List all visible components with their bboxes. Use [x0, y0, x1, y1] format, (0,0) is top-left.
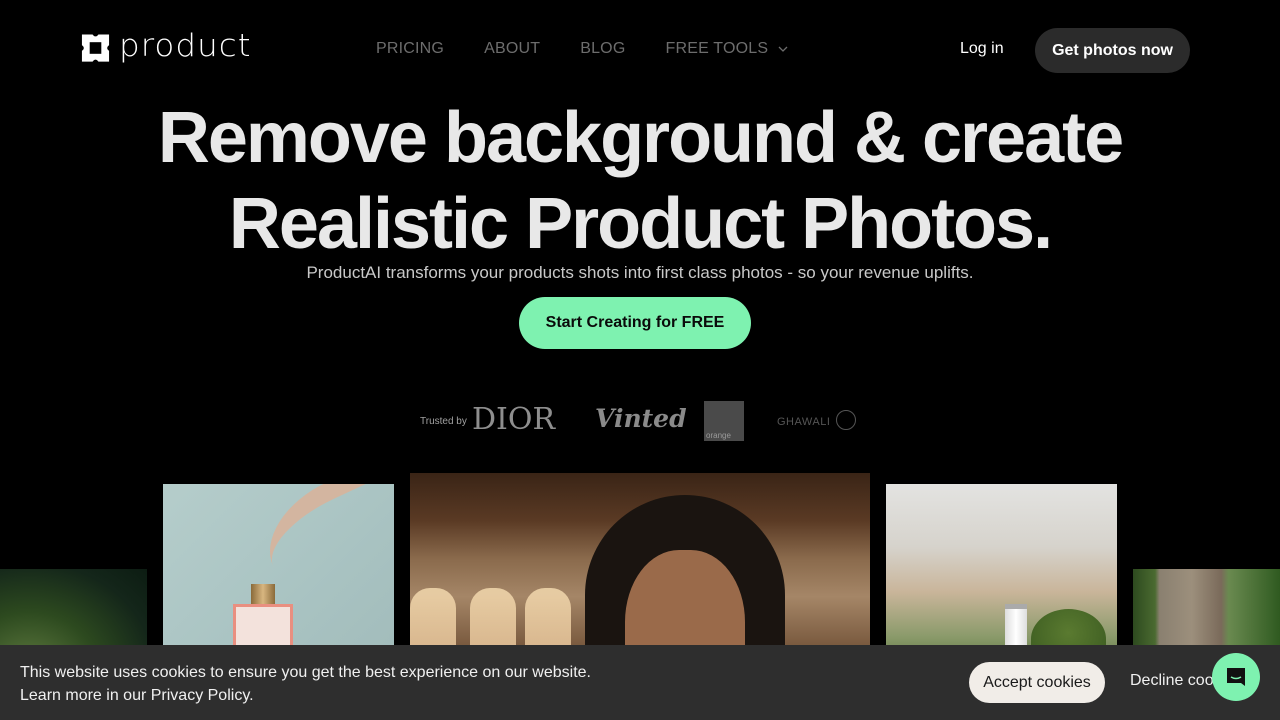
dior-logo: DIOR	[472, 402, 556, 437]
logo[interactable]: product	[80, 30, 250, 64]
cookie-banner: This website uses cookies to ensure you …	[0, 645, 1280, 720]
face-shape	[585, 495, 785, 663]
hero-title-line2: Realistic Product Photos.	[228, 184, 1053, 264]
main-nav: PRICING ABOUT BLOG FREE TOOLS	[376, 40, 828, 58]
hand-shape	[250, 484, 394, 600]
cookie-message-line1: This website uses cookies to ensure you …	[20, 664, 591, 681]
vinted-logo: Vinted	[595, 404, 687, 433]
trusted-by-label: Trusted by	[420, 416, 467, 427]
orange-logo: orange	[704, 401, 744, 441]
nav-free-tools[interactable]: FREE TOOLS	[665, 40, 788, 58]
clover-square-icon	[81, 34, 110, 62]
privacy-policy-link[interactable]: Learn more in our Privacy Policy.	[20, 687, 254, 704]
site-header: product PRICING ABOUT BLOG FREE TOOLS Lo…	[0, 0, 1280, 100]
ghawali-logo: GHAWALI	[777, 410, 857, 430]
chevron-down-icon	[778, 46, 788, 52]
nav-about[interactable]: ABOUT	[484, 40, 540, 58]
portrait-photo	[410, 473, 870, 663]
start-creating-button[interactable]: Start Creating for FREE	[519, 297, 751, 349]
accept-cookies-button[interactable]: Accept cookies	[969, 662, 1105, 703]
trusted-by-strip: Trusted by DIOR Vinted orange GHAWALI	[420, 400, 860, 442]
perfume-photo	[163, 484, 394, 664]
spray-bottle-photo	[886, 484, 1117, 664]
nav-pricing[interactable]: PRICING	[376, 40, 444, 58]
orange-logo-text: orange	[706, 431, 731, 440]
logo-text: product	[119, 27, 252, 64]
ghawali-logo-text: GHAWALI	[777, 416, 831, 428]
ghawali-emblem-icon	[836, 410, 857, 430]
hero-title-line1: Remove background & create	[157, 98, 1124, 178]
nav-blog[interactable]: BLOG	[580, 40, 625, 58]
hero-subtitle: ProductAI transforms your products shots…	[306, 263, 974, 282]
cookie-message: This website uses cookies to ensure you …	[20, 661, 591, 707]
nav-free-tools-label: FREE TOOLS	[665, 40, 769, 57]
hero-title: Remove background & create Realistic Pro…	[0, 95, 1280, 267]
get-photos-button[interactable]: Get photos now	[1035, 28, 1190, 73]
login-link[interactable]: Log in	[960, 40, 1004, 58]
chat-bubble-icon	[1227, 668, 1245, 686]
chat-widget-button[interactable]	[1212, 653, 1260, 701]
